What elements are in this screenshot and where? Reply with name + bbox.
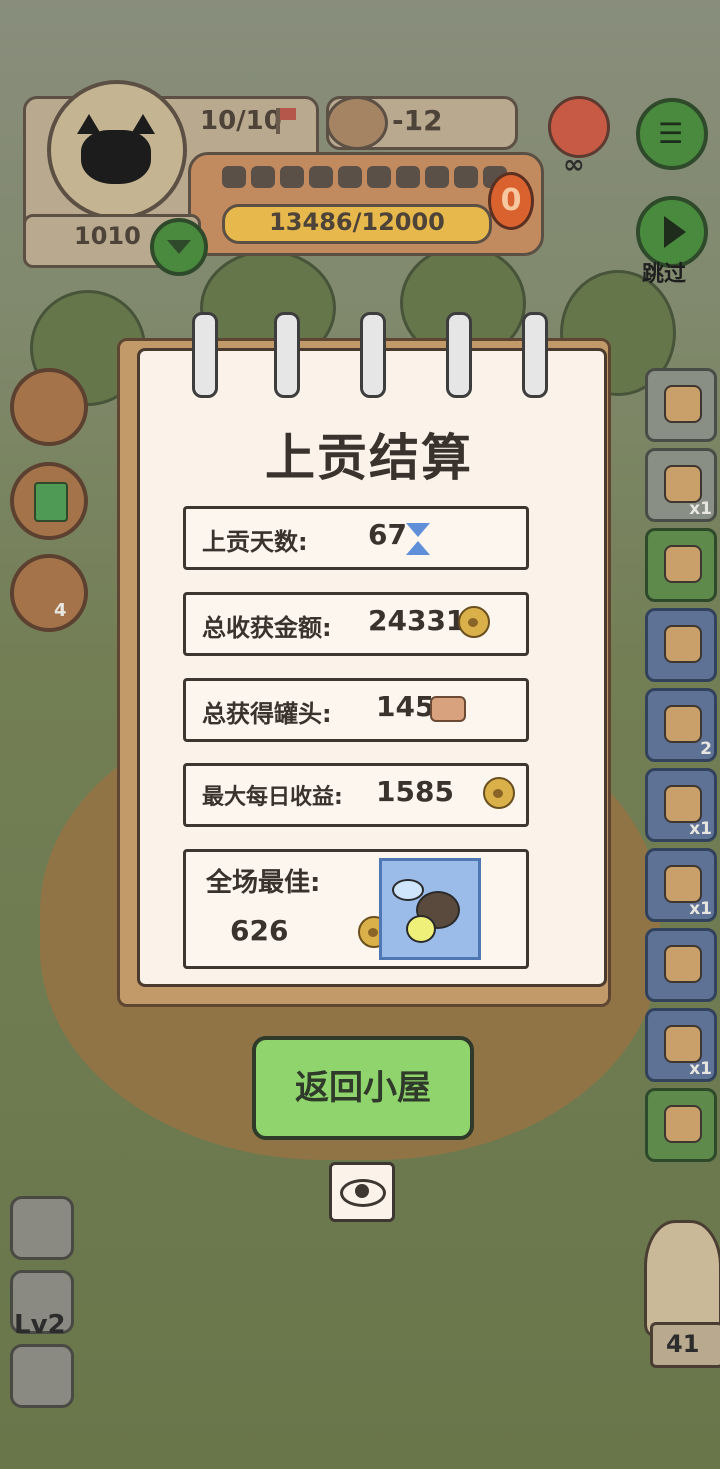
- infinity-icon: ∞: [563, 150, 585, 180]
- binder-ring: [274, 312, 300, 398]
- binder-ring: [360, 312, 386, 398]
- medkit-item-button[interactable]: [10, 462, 88, 540]
- best-label: 全场最佳:: [206, 868, 321, 898]
- infinity-flower-icon[interactable]: [548, 96, 610, 158]
- timer-badge: 4: [54, 600, 67, 621]
- basket-icon: [664, 945, 702, 983]
- progress-text: 13486/12000: [269, 208, 445, 236]
- side-item-column: x1 2 x1 x1 x1: [645, 368, 717, 1168]
- firefly-glow: [406, 915, 436, 943]
- stat-value: 1585: [376, 775, 454, 808]
- progress-segment: [280, 166, 304, 188]
- eye-icon: [340, 1179, 386, 1207]
- paw-coin-icon: [458, 606, 490, 638]
- stat-label: 上贡天数:: [202, 528, 308, 556]
- hourglass-icon: [406, 522, 430, 555]
- stat-value: 67: [368, 518, 407, 551]
- coupon-icon: [664, 1105, 702, 1143]
- menu-button[interactable]: ☰: [636, 98, 708, 170]
- can-count: -12: [392, 104, 443, 137]
- stat-label: 最大每日收益:: [202, 785, 343, 810]
- best-value: 626: [230, 914, 289, 947]
- seed-bag-item[interactable]: x1: [645, 1008, 717, 1082]
- stat-label: 总获得罐头:: [202, 700, 332, 728]
- skip-label: 跳过: [642, 262, 687, 287]
- paw-coin-icon: [483, 777, 516, 809]
- shovel-item[interactable]: 2: [645, 688, 717, 762]
- sickle-icon: [664, 865, 702, 903]
- binder-ring: [192, 312, 218, 398]
- owl-icon[interactable]: [644, 1220, 720, 1336]
- bowl-icon: [326, 96, 388, 150]
- level-label: Lv2: [14, 1310, 66, 1340]
- progress-segment: [309, 166, 333, 188]
- ticket-icon: [664, 625, 702, 663]
- stat-label: 总收获金额:: [202, 614, 332, 642]
- ticket-item[interactable]: [645, 608, 717, 682]
- shovel-icon: [664, 705, 702, 743]
- avatar[interactable]: [47, 80, 187, 220]
- progress-segment: [367, 166, 391, 188]
- stat-value: 145: [376, 690, 435, 723]
- chicken-item-button[interactable]: [10, 368, 88, 446]
- coupon-item[interactable]: [645, 1088, 717, 1162]
- best-creature-card: [379, 858, 481, 960]
- flag-icon: [276, 108, 296, 134]
- return-home-button[interactable]: 返回小屋: [252, 1036, 474, 1140]
- binder-ring: [446, 312, 472, 398]
- chevron-down-icon: [167, 240, 191, 254]
- card-item[interactable]: x1: [645, 448, 717, 522]
- report-title: 上贡结算: [265, 429, 473, 487]
- basket-item[interactable]: [645, 928, 717, 1002]
- dropdown-button[interactable]: [150, 218, 208, 276]
- firefly-wing: [392, 879, 424, 901]
- item-quantity: 2: [700, 739, 712, 759]
- can-icon: [430, 696, 466, 722]
- seed-bag-icon: [664, 1025, 702, 1063]
- bowl-item[interactable]: [645, 528, 717, 602]
- item-quantity: x1: [689, 899, 712, 919]
- stat-value: 24331: [368, 604, 466, 637]
- binoculars-item[interactable]: x1: [645, 768, 717, 842]
- progress-segment: [338, 166, 362, 188]
- badge-counter: 0: [488, 172, 534, 230]
- item-quantity: x1: [689, 819, 712, 839]
- sickle-item[interactable]: x1: [645, 848, 717, 922]
- play-icon: [664, 216, 686, 248]
- black-cat-icon: [81, 130, 151, 184]
- progress-segment: [396, 166, 420, 188]
- progress-segment: [222, 166, 246, 188]
- binoculars-icon: [664, 785, 702, 823]
- medkit-icon: [34, 482, 68, 522]
- bowl-icon: [664, 545, 702, 583]
- owl-count: 41: [666, 1330, 700, 1358]
- eggs-icon: [664, 385, 702, 423]
- progress-segment: [454, 166, 478, 188]
- list-icon: ☰: [658, 117, 684, 150]
- item-quantity: x1: [689, 1059, 712, 1079]
- energy-counter: 10/10: [200, 106, 282, 136]
- animal-slot-button[interactable]: [10, 1344, 74, 1408]
- toggle-view-button[interactable]: [329, 1162, 395, 1222]
- progress-segment: [425, 166, 449, 188]
- card-icon: [664, 465, 702, 503]
- timer-item-button[interactable]: [10, 554, 88, 632]
- binder-ring: [522, 312, 548, 398]
- seed-slot-button[interactable]: [10, 1196, 74, 1260]
- coin-count: 1010: [74, 222, 141, 250]
- eggs-item[interactable]: [645, 368, 717, 442]
- item-quantity: x1: [689, 499, 712, 519]
- progress-segment: [251, 166, 275, 188]
